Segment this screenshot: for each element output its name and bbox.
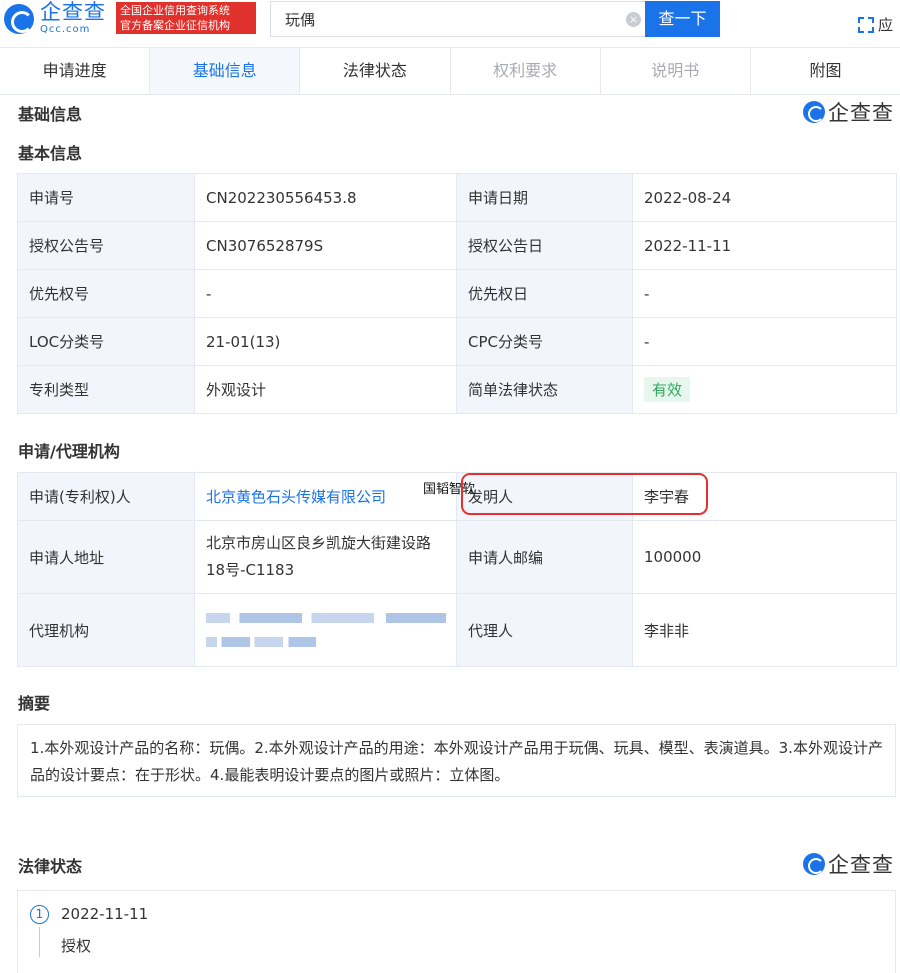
tab-drawings[interactable]: 附图 [750, 48, 900, 94]
detail-tabs: 申请进度 基础信息 法律状态 权利要求 说明书 附图 [0, 47, 900, 95]
logo-cn-text: 企查查 [40, 0, 106, 24]
qcc-watermark-icon [803, 101, 825, 123]
table-row: 代理机构 代理人 李非非 [17, 593, 897, 667]
tab-basic-info[interactable]: 基础信息 [150, 48, 301, 94]
cell-value: 李非非 [632, 593, 897, 667]
cell-label: 优先权号 [17, 269, 195, 318]
table-row: 申请号 CN202230556453.8 申请日期 2022-08-24 [17, 173, 897, 222]
cell-label: LOC分类号 [17, 317, 195, 366]
tab-description[interactable]: 说明书 [600, 48, 751, 94]
step-number: 1 [30, 905, 49, 924]
section-title-basic-info: 基础信息 [18, 105, 83, 124]
table-row: 专利类型 外观设计 简单法律状态 有效 [17, 365, 897, 414]
cell-value: - [632, 269, 897, 318]
table-row: LOC分类号 21-01(13) CPC分类号 - [17, 317, 897, 366]
highlight-box [461, 473, 708, 515]
cell-label: 申请人邮编 [456, 520, 633, 594]
qcc-watermark: 企查查 [803, 849, 894, 879]
cell-label: 代理机构 [17, 593, 195, 667]
section-title-agency: 申请/代理机构 [18, 442, 120, 461]
table-row: 优先权号 - 优先权日 - [17, 269, 897, 318]
cell-value: CN307652879S [194, 221, 457, 270]
legal-timeline: 1 2022-11-11 授权 [17, 890, 896, 973]
cell-label: 简单法律状态 [456, 365, 633, 414]
cell-value: 外观设计 [194, 365, 457, 414]
table-row: 授权公告号 CN307652879S 授权公告日 2022-11-11 [17, 221, 897, 270]
tab-progress[interactable]: 申请进度 [0, 48, 151, 94]
qcc-logo-icon [4, 3, 34, 34]
section-title-legal: 法律状态 [18, 857, 83, 876]
applicant-link[interactable]: 北京黄色石头传媒有限公司 [206, 488, 386, 506]
app-download-link[interactable]: 应 [858, 14, 893, 35]
section-title-abstract: 摘要 [18, 694, 51, 713]
cell-label: 授权公告日 [456, 221, 633, 270]
table-row: 申请人地址 北京市房山区良乡凯旋大街建设路 18号-C1183 申请人邮编 10… [17, 520, 897, 594]
cell-label: 代理人 [456, 593, 633, 667]
cell-value: 2022-11-11 [632, 221, 897, 270]
status-badge: 有效 [644, 377, 691, 402]
logo-en-text: Qcc.com [40, 24, 91, 35]
search-input[interactable]: 玩偶 × [270, 1, 645, 37]
cell-value: 2022-08-24 [632, 173, 897, 222]
section-subtitle-basic: 基本信息 [18, 144, 83, 163]
cell-label: CPC分类号 [456, 317, 633, 366]
cell-label: 授权公告号 [17, 221, 195, 270]
legal-date: 2022-11-11 [61, 905, 149, 923]
cell-value: - [194, 269, 457, 318]
cell-label: 专利类型 [17, 365, 195, 414]
cell-label: 申请(专利权)人 [17, 472, 195, 521]
cell-value: CN202230556453.8 [194, 173, 457, 222]
clear-icon[interactable]: × [626, 12, 641, 27]
cell-label: 优先权日 [456, 269, 633, 318]
timeline-line [39, 927, 40, 957]
abstract-text: 1.本外观设计产品的名称：玩偶。2.本外观设计产品的用途：本外观设计产品用于玩偶… [17, 724, 896, 797]
cell-label: 申请人地址 [17, 520, 195, 594]
scan-icon [858, 16, 874, 33]
cell-label: 申请号 [17, 173, 195, 222]
search-value[interactable]: 玩偶 [285, 9, 315, 30]
qcc-watermark-icon [803, 853, 825, 875]
cell-label: 申请日期 [456, 173, 633, 222]
tab-claims[interactable]: 权利要求 [450, 48, 601, 94]
cell-value: 北京市房山区良乡凯旋大街建设路 18号-C1183 [194, 520, 457, 594]
cell-value: 100000 [632, 520, 897, 594]
search-button[interactable]: 查一下 [645, 1, 720, 37]
legal-status-text: 授权 [61, 937, 92, 955]
blurred-agency-value [194, 593, 457, 667]
cell-value: - [632, 317, 897, 366]
cell-value: 21-01(13) [194, 317, 457, 366]
qcc-watermark: 企查查 [803, 97, 894, 127]
basic-info-table: 申请号 CN202230556453.8 申请日期 2022-08-24 授权公… [17, 173, 897, 414]
top-header: 企查查 Qcc.com 全国企业信用查询系统 官方备案企业征信机构 玩偶 × 查… [0, 0, 900, 46]
qcc-logo[interactable]: 企查查 Qcc.com [4, 2, 106, 35]
official-badge: 全国企业信用查询系统 官方备案企业征信机构 [116, 2, 256, 34]
tab-legal-status[interactable]: 法律状态 [300, 48, 451, 94]
agency-table: 申请(专利权)人 北京黄色石头传媒有限公司 发明人 李宇春 申请人地址 北京市房… [17, 472, 897, 667]
